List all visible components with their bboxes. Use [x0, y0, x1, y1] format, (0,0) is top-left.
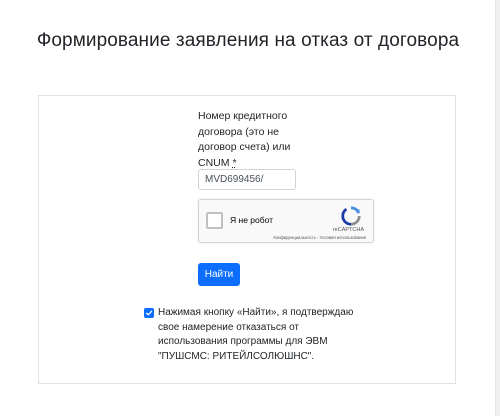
contract-number-input[interactable]: [198, 169, 296, 190]
consent-text: Нажимая кнопку «Найти», я подтверждаю св…: [158, 307, 354, 362]
checkmark-icon: [145, 310, 153, 316]
recaptcha-logo-icon: [341, 206, 361, 226]
recaptcha-checkbox[interactable]: [206, 212, 223, 229]
recaptcha-label: Я не робот: [230, 215, 274, 225]
consent-checkbox[interactable]: [144, 308, 154, 318]
required-marker: *: [232, 156, 237, 169]
contract-number-label-text: Номер кредитного договора (это не догово…: [198, 110, 291, 169]
find-button[interactable]: Найти: [198, 263, 240, 286]
recaptcha-widget: Я не робот reCAPTCHA Конфиденциальность …: [198, 199, 374, 243]
contract-number-label: Номер кредитного договора (это не догово…: [198, 109, 308, 171]
window-edge: [495, 0, 500, 416]
page-title: Формирование заявления на отказ от догов…: [36, 30, 460, 51]
recaptcha-links[interactable]: Конфиденциальность - Условия использован…: [273, 235, 366, 240]
recaptcha-brand: reCAPTCHA: [332, 227, 364, 233]
